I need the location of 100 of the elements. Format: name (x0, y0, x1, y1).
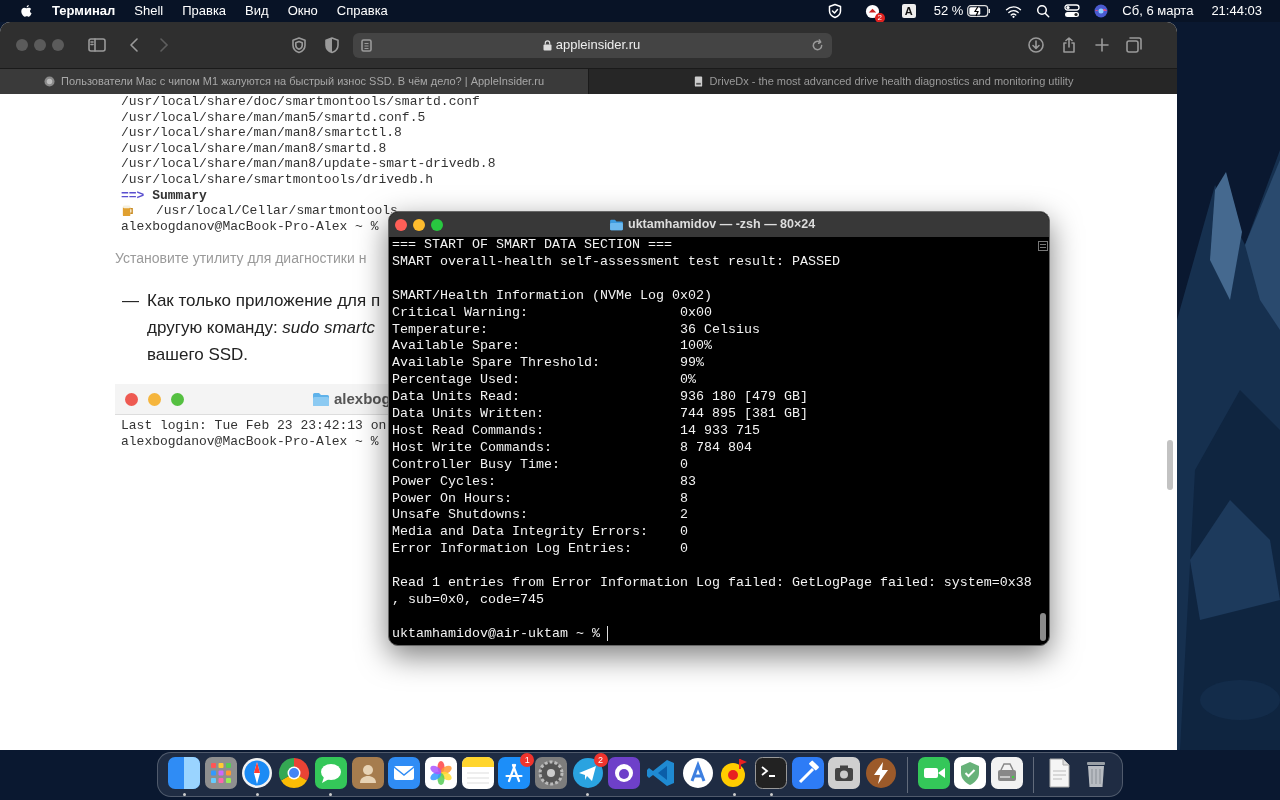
terminal-line: Last login: Tue Feb 23 23:42:13 on (121, 418, 387, 435)
orb-icon (1094, 4, 1109, 18)
field-label: Power On Hours: (392, 490, 513, 508)
grid-icon[interactable] (204, 756, 237, 789)
new-tab-icon[interactable] (1094, 37, 1110, 53)
field-value: 0% (679, 372, 696, 388)
chat-bubble-icon[interactable] (314, 756, 347, 789)
app-icon[interactable] (608, 756, 641, 789)
app-menu[interactable]: Терминал (52, 1, 116, 21)
list-paragraph: Как только приложение для п другую команду: sudo smartc вашего SSD. (147, 290, 381, 367)
lock-icon (542, 39, 552, 51)
back-icon[interactable] (129, 38, 139, 52)
code-line: /usr/local/share/doc/smartmontools/smartd.conf (121, 94, 480, 110)
status-icon (864, 3, 880, 19)
terminal-prompt: uktamhamidov@air-uktam ~ % (392, 625, 600, 641)
menu-item[interactable]: Справка (336, 1, 388, 21)
globe-icon (44, 76, 55, 87)
drive-icon (692, 76, 704, 87)
app-icon[interactable] (168, 756, 201, 789)
terminal-line: alexbogdanov@MacBook-Pro-Alex ~ % (121, 434, 379, 451)
zoom-dot (171, 392, 184, 406)
flower-icon[interactable] (424, 756, 457, 789)
shield-icon[interactable] (954, 756, 987, 789)
address-field[interactable]: appleinsider.ru (353, 32, 832, 58)
terminal-line: , sub=0x0, code=745 (392, 592, 545, 609)
page-icon (361, 38, 372, 52)
download-icon[interactable] (1028, 37, 1044, 53)
terminal-line: SMART overall-health self-assessment test result: PASSED (392, 253, 841, 271)
prompt-arrow: ==> (121, 187, 145, 203)
field-label: Media and Data Integrity Errors: (392, 524, 649, 542)
half-shield-icon[interactable] (324, 36, 340, 54)
zoom-button[interactable] (431, 218, 443, 231)
scrollbar-thumb[interactable] (1167, 440, 1173, 490)
envelope-icon[interactable] (388, 756, 421, 789)
scrollbar-thumb[interactable] (1040, 613, 1046, 641)
browser-tab[interactable]: DriveDx - the most advanced drive health diagnostics and monitoring utility (588, 68, 1177, 94)
caption-text: Установите утилиту для диагностики н (115, 249, 367, 269)
code-line: /usr/local/Cellar/smartmontools (156, 203, 398, 219)
field-label: Controller Busy Time: (392, 456, 561, 474)
field-value: 936 180 [479 GB] (679, 389, 808, 405)
reload-icon[interactable] (811, 38, 824, 52)
field-label: Available Spare: (392, 338, 521, 356)
gear-icon[interactable] (534, 756, 567, 789)
menu-bar-date[interactable]: Сб, 6 марта (1122, 1, 1194, 21)
menu-bar-clock[interactable]: 21:44:03 (1211, 1, 1262, 21)
field-label: Power Cycles: (392, 473, 497, 491)
terminal-icon[interactable] (755, 756, 788, 789)
battery-icon[interactable] (967, 5, 992, 17)
field-label: Data Units Read: (392, 389, 521, 407)
wifi-icon (1005, 4, 1023, 18)
app-icon[interactable] (791, 756, 824, 789)
field-label: Critical Warning: (392, 304, 529, 322)
field-value: 99% (679, 355, 704, 371)
minimize-dot (148, 392, 161, 406)
segmented-circle-icon[interactable] (278, 756, 311, 789)
field-label: Data Units Written: (392, 406, 545, 423)
paper-plane-icon[interactable] (571, 756, 604, 789)
code-line: Summary (152, 187, 207, 203)
code-line: /usr/local/share/man/man8/smartd.8 (121, 140, 387, 157)
field-value: 2 (679, 507, 688, 523)
app-icon[interactable] (681, 756, 714, 789)
close-button[interactable] (395, 218, 407, 231)
compass-icon[interactable] (241, 756, 274, 789)
camera-icon[interactable] (828, 756, 861, 789)
field-value: 0x00 (679, 304, 712, 320)
folder-icon (609, 218, 624, 231)
field-value: 0 (679, 524, 688, 540)
browser-tab[interactable]: Пользователи Mac с чипом M1 жалуются на быстрый износ SSD. В чём дело? | AppleInsider.ru (0, 68, 588, 94)
folder-icon (312, 391, 330, 407)
split-pane-icon[interactable] (1038, 241, 1048, 251)
menu-item[interactable]: Вид (245, 1, 269, 21)
triangle-lines-icon[interactable] (498, 756, 531, 789)
menu-item[interactable]: Shell (134, 1, 164, 21)
drive-icon[interactable] (990, 756, 1023, 789)
notepad-icon[interactable] (461, 756, 494, 789)
field-value: 14 933 715 (679, 422, 760, 438)
field-label: Available Spare Threshold: (392, 355, 601, 373)
field-value: 0 (679, 456, 688, 472)
minimize-button[interactable] (413, 218, 425, 231)
lightning-icon[interactable] (865, 756, 898, 789)
control-center-icon (1064, 4, 1081, 18)
battery-percentage: 52 % (933, 2, 964, 21)
video-camera-icon[interactable] (917, 756, 950, 789)
field-value: 8 (679, 490, 688, 506)
field-value: 36 Celsius (679, 321, 760, 337)
close-dot (125, 392, 138, 406)
share-icon[interactable] (1061, 37, 1077, 53)
contact-card-icon[interactable] (351, 756, 384, 789)
code-line: /usr/local/share/man/man5/smartd.conf.5 (121, 109, 426, 126)
terminal-line: SMART/Health Information (NVMe Log 0x02) (392, 287, 713, 305)
input-source-indicator[interactable]: A (901, 4, 916, 18)
menu-item[interactable]: Окно (287, 1, 318, 21)
field-label: Unsafe Shutdowns: (392, 507, 529, 525)
field-value: 0 (679, 541, 688, 557)
tabs-overview-icon[interactable] (1126, 37, 1142, 53)
code-line: /usr/local/share/man/man8/smartctl.8 (121, 125, 402, 141)
sidebar-icon[interactable] (88, 38, 106, 52)
notification-badge: 2 (593, 752, 608, 767)
menu-item[interactable]: Правка (182, 1, 227, 21)
shield-icon (826, 3, 843, 19)
